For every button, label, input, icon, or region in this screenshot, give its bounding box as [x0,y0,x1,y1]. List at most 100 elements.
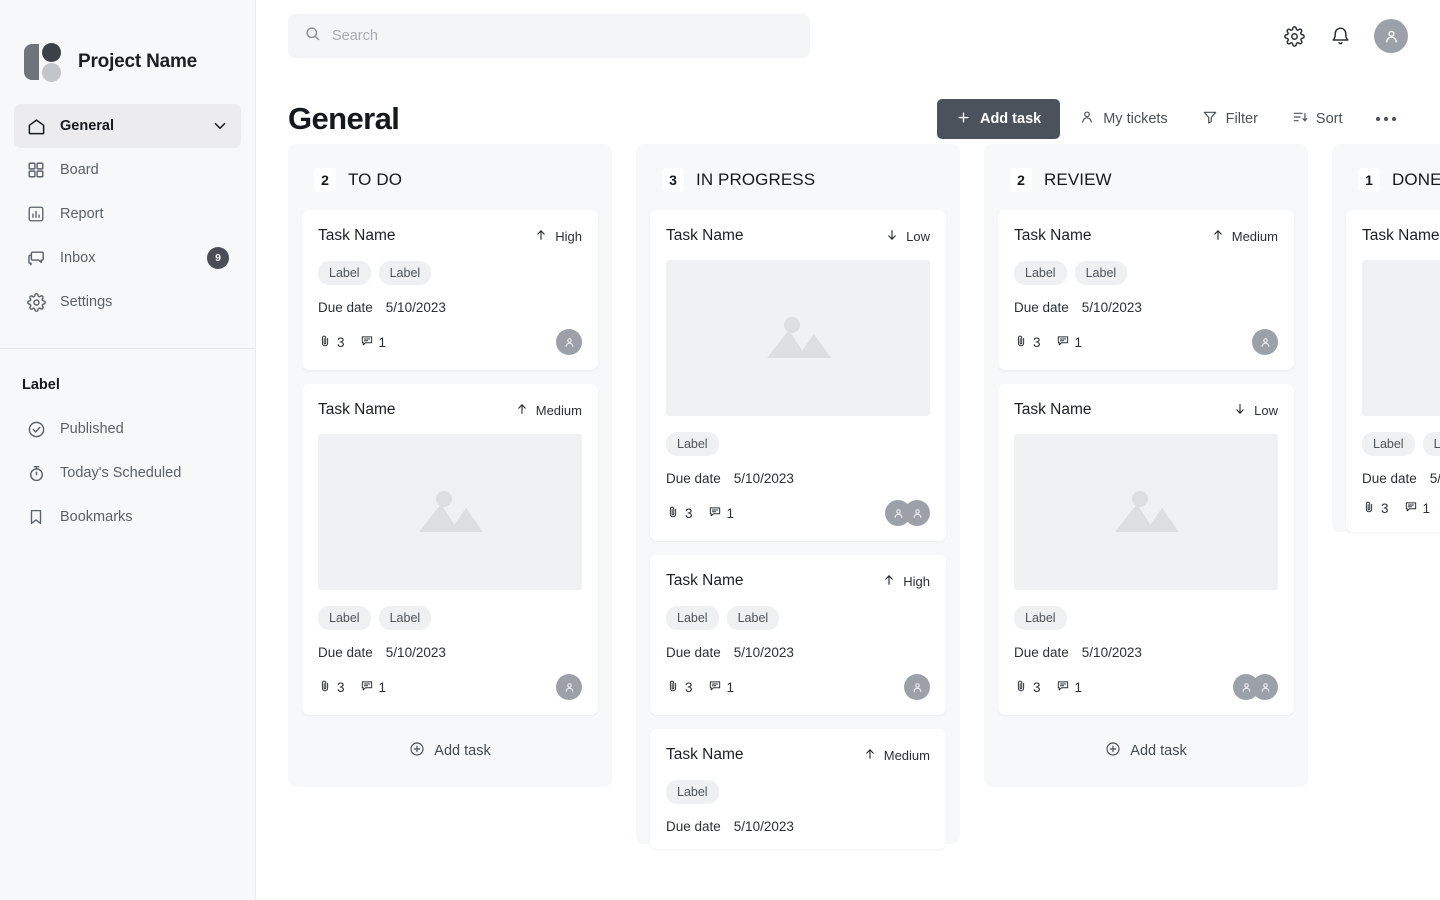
comment-icon [360,679,374,696]
task-card[interactable]: Task Name High Label Label Due date 5/10/2023… [650,555,946,715]
task-labels: Label Label [1362,432,1440,456]
topbar [256,0,1440,72]
assignee-avatars[interactable] [556,329,582,355]
priority-arrow-up-icon [882,573,896,590]
bell-icon[interactable] [1328,24,1352,48]
person-icon [1079,109,1095,129]
task-labels: Label Label [318,261,582,285]
add-task-button[interactable]: Add task [936,99,1061,139]
my-tickets-button[interactable]: My tickets [1064,99,1182,139]
avatar[interactable] [1374,19,1408,53]
task-label-chip: Label [378,606,432,630]
avatar[interactable] [556,329,582,355]
sidebar-item-label: Report [60,206,104,222]
sidebar-item-report[interactable]: Report [14,192,241,236]
card-footer: 31 [666,500,930,526]
bookmark-icon [26,507,46,527]
sidebar-item-inbox[interactable]: Inbox 9 [14,236,241,280]
task-card[interactable]: Task Name Medium Label Label Due date 5/10/20… [998,210,1294,370]
search-icon [304,25,321,47]
task-thumbnail [666,260,930,416]
card-footer: 31 [318,329,582,355]
task-card[interactable]: Task Name Medium Label Due date 5/10/2023 [650,729,946,849]
task-card[interactable]: Task Name Low Label Due date 5/10/2023 3 1 [998,384,1294,715]
sidebar-item-settings[interactable]: Settings [14,280,241,324]
inbox-badge: 9 [207,247,229,269]
sidebar-item-todays-scheduled[interactable]: Today's Scheduled [14,451,241,495]
due-date-label: Due date [666,645,721,660]
task-card[interactable]: Task Name Label Label Due date 5/10/2023 31 [1346,210,1440,532]
gear-icon[interactable] [1282,24,1306,48]
sort-button[interactable]: Sort [1277,99,1358,139]
card-footer: 31 [1014,674,1278,700]
attachment-count: 3 [1362,500,1389,517]
task-labels: Label [666,780,930,804]
app-root: Project Name General Board Report Inbox … [0,0,1440,900]
priority-indicator: Medium [1211,227,1278,245]
search-input[interactable] [332,28,794,44]
page-toolbar: Add task My tickets Filter Sort [936,99,1411,139]
task-labels: Label Label [1014,261,1278,285]
comment-count: 1 [1404,500,1430,517]
attachment-count: 3 [666,679,693,696]
task-card[interactable]: Task Name Medium Label Label Due date 5/10/20… [302,384,598,715]
task-card[interactable]: Task Name Low Label Due date 5/10/2023 3 1 [650,210,946,541]
card-header: Task Name High [666,572,930,590]
column-add-task-button[interactable]: Add task [998,715,1294,787]
task-title: Task Name [318,227,396,244]
task-labels: Label [1014,606,1278,630]
avatar[interactable] [904,674,930,700]
sidebar-item-bookmarks[interactable]: Bookmarks [14,495,241,539]
sidebar-item-published[interactable]: Published [14,407,241,451]
due-date-label: Due date [318,645,373,660]
paperclip-icon [318,679,332,696]
sidebar-labels: Published Today's Scheduled Bookmarks [0,399,255,539]
task-thumbnail [1362,260,1440,416]
sidebar-nav: General Board Report Inbox 9 Settings [0,96,255,324]
main-area: General Add task My tickets [256,0,1440,900]
chevron-down-icon[interactable] [211,117,229,135]
card-header: Task Name [1362,227,1440,245]
task-due: Due date 5/10/2023 [1362,471,1440,486]
column-add-task-button[interactable]: Add task [302,715,598,787]
priority-indicator: Medium [863,746,930,764]
column-header: 2 TO DO [302,160,598,210]
sidebar-item-label: Inbox [60,250,96,266]
sidebar-item-label: Published [60,421,124,437]
priority-arrow-up-icon [863,747,877,764]
task-label-chip: Label [666,606,719,630]
avatar[interactable] [1252,674,1278,700]
avatar[interactable] [556,674,582,700]
task-thumbnail [1014,434,1278,590]
assignee-avatars[interactable] [556,674,582,700]
task-label-chip: Label [1422,432,1440,456]
assignee-avatars[interactable] [1233,674,1278,700]
assignee-avatars[interactable] [885,500,930,526]
assignee-avatars[interactable] [904,674,930,700]
paperclip-icon [1014,679,1028,696]
priority-arrow-up-icon [1211,228,1225,245]
due-date-label: Due date [666,471,721,486]
avatar[interactable] [904,500,930,526]
sidebar-item-general[interactable]: General [14,104,241,148]
assignee-avatars[interactable] [1252,329,1278,355]
task-due: Due date 5/10/2023 [666,645,930,660]
due-date-value: 5/10/2023 [733,471,794,486]
avatar[interactable] [1252,329,1278,355]
column-title: IN PROGRESS [696,170,816,189]
search-box[interactable] [288,14,810,58]
plus-circle-icon [1105,741,1121,761]
task-card[interactable]: Task Name High Label Label Due date 5/10/2023… [302,210,598,370]
priority-indicator: High [534,227,582,245]
sidebar-item-board[interactable]: Board [14,148,241,192]
board-column: 2 REVIEW Task Name Medium Label Label Due date… [984,144,1308,787]
column-cards: Task Name Label Label Due date 5/10/2023 31 [1346,210,1440,532]
card-header: Task Name Medium [318,401,582,419]
filter-button[interactable]: Filter [1187,99,1273,139]
ellipsis-icon[interactable] [1362,116,1411,122]
task-due: Due date 5/10/2023 [1014,645,1278,660]
comment-icon [1404,500,1418,517]
priority-label: Low [1254,403,1278,418]
card-header: Task Name Medium [666,746,930,764]
task-title: Task Name [1014,401,1092,418]
